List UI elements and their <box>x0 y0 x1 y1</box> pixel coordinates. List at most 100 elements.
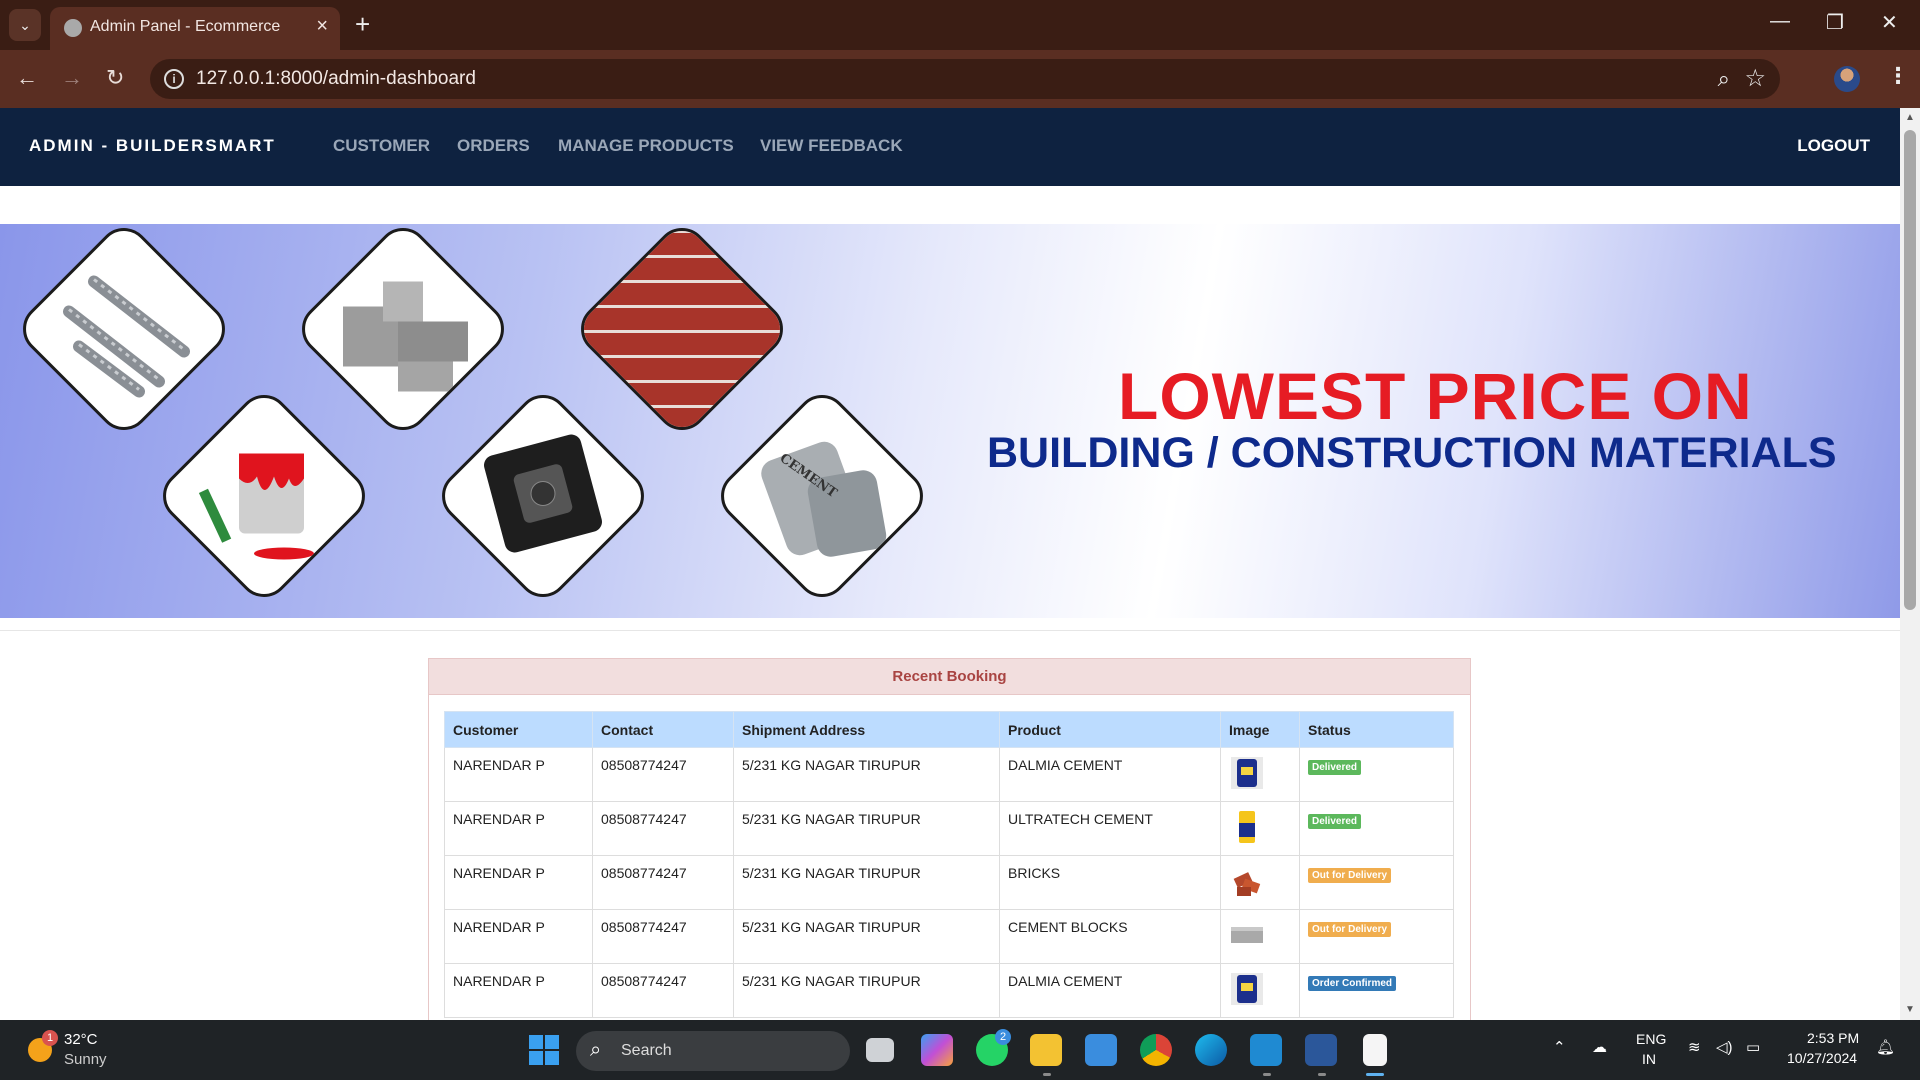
brick-wall-image <box>570 224 794 441</box>
document-active-indicator <box>1366 1073 1384 1076</box>
product-thumbnail <box>1229 811 1265 848</box>
nav-orders[interactable]: ORDERS <box>457 136 530 156</box>
task-view-icon[interactable] <box>866 1038 894 1062</box>
document-app-icon[interactable] <box>1363 1034 1387 1066</box>
col-customer: Customer <box>444 711 593 748</box>
show-hidden-icons-chevron[interactable]: ⌃ <box>1553 1038 1566 1056</box>
taskbar-search-box[interactable]: ⌕ Search <box>576 1031 850 1071</box>
product-thumbnail <box>1229 973 1265 1010</box>
volume-icon[interactable]: ◁) <box>1716 1038 1733 1056</box>
cell-contact: 08508774247 <box>592 909 734 964</box>
booking-table: Customer Contact Shipment Address Produc… <box>444 711 1454 1018</box>
steel-rods-image <box>49 252 199 407</box>
profile-avatar[interactable] <box>1834 66 1860 92</box>
battery-icon[interactable]: ▭ <box>1746 1038 1760 1056</box>
table-row: NARENDAR P 08508774247 5/231 KG NAGAR TIRU… <box>444 909 1454 964</box>
table-row: NARENDAR P 08508774247 5/231 KG NAGAR TIRU… <box>444 963 1454 1018</box>
weather-desc[interactable]: Sunny <box>64 1051 107 1068</box>
word-icon[interactable] <box>1305 1034 1337 1066</box>
col-shipment-address: Shipment Address <box>733 711 1000 748</box>
scroll-up-icon[interactable]: ▲ <box>1905 112 1915 123</box>
cell-contact: 08508774247 <box>592 963 734 1018</box>
chrome-icon[interactable] <box>1140 1034 1172 1066</box>
microsoft-store-icon[interactable] <box>1085 1034 1117 1066</box>
back-icon[interactable]: ← <box>16 65 38 91</box>
col-contact: Contact <box>592 711 734 748</box>
status-badge: Out for Delivery <box>1308 868 1392 883</box>
status-badge: Order Confirmed <box>1308 976 1397 991</box>
scroll-down-icon[interactable]: ▼ <box>1905 1004 1915 1015</box>
cell-image <box>1220 855 1300 910</box>
file-explorer-icon[interactable] <box>1030 1034 1062 1066</box>
whatsapp-badge: 2 <box>995 1029 1011 1045</box>
site-info-icon[interactable]: i <box>164 69 184 89</box>
brand-logo-text[interactable]: ADMIN - BUILDERSMART <box>29 136 276 156</box>
cement-bags-image: CEMENT <box>747 419 897 574</box>
reload-icon[interactable]: ↻ <box>106 65 124 91</box>
close-window-button[interactable]: ✕ <box>1881 10 1898 35</box>
clock-time[interactable]: 2:53 PM <box>1807 1030 1859 1046</box>
cell-product: BRICKS <box>999 855 1221 910</box>
cell-status: Out for Delivery <box>1299 909 1454 964</box>
wifi-icon[interactable]: ≋ <box>1688 1038 1701 1056</box>
search-label: Search <box>621 1042 672 1059</box>
notification-bell-icon[interactable]: 🔔︎ <box>1876 1038 1895 1056</box>
start-button[interactable] <box>529 1035 559 1065</box>
cell-customer: NARENDAR P <box>444 909 593 964</box>
banner-headline: LOWEST PRICE ON <box>1118 359 1753 433</box>
cell-address: 5/231 KG NAGAR TIRUPUR <box>733 801 1000 856</box>
electric-switch-image <box>468 419 618 574</box>
tab-search-button[interactable]: ⌄ <box>9 9 41 41</box>
nav-customer[interactable]: CUSTOMER <box>333 136 430 156</box>
clock-date[interactable]: 10/27/2024 <box>1787 1050 1857 1066</box>
address-bar[interactable]: i 127.0.0.1:8000/admin-dashboard ⌕ ☆ <box>150 59 1780 99</box>
forward-icon[interactable]: → <box>61 65 83 91</box>
status-badge: Delivered <box>1308 814 1362 829</box>
hero-banner: CEMENT LOWEST PRICE ON BUILDING / CONSTR… <box>0 224 1900 618</box>
cell-contact: 08508774247 <box>592 855 734 910</box>
tab-title: Admin Panel - Ecommerce <box>90 18 281 35</box>
scrollbar-thumb[interactable] <box>1904 130 1916 610</box>
brick-wall-tile <box>570 224 794 441</box>
close-tab-icon[interactable]: × <box>316 15 328 38</box>
col-image: Image <box>1220 711 1300 748</box>
weather-temp[interactable]: 32°C <box>64 1031 98 1048</box>
vscode-icon[interactable] <box>1250 1034 1282 1066</box>
product-thumbnail <box>1229 927 1265 956</box>
bookmark-star-icon[interactable]: ☆ <box>1744 64 1766 93</box>
page-viewport: ADMIN - BUILDERSMART CUSTOMER ORDERS MAN… <box>0 108 1900 1020</box>
edge-icon[interactable] <box>1195 1034 1227 1066</box>
restore-button[interactable]: ❐ <box>1826 10 1844 35</box>
cell-product: DALMIA CEMENT <box>999 963 1221 1018</box>
copilot-icon[interactable] <box>921 1034 953 1066</box>
table-header-row: Customer Contact Shipment Address Produc… <box>444 711 1454 748</box>
cell-contact: 08508774247 <box>592 747 734 802</box>
onedrive-icon[interactable]: ☁ <box>1592 1038 1607 1056</box>
nav-manage-products[interactable]: MANAGE PRODUCTS <box>558 136 734 156</box>
language-eng[interactable]: ENG <box>1636 1031 1666 1047</box>
logout-link[interactable]: LOGOUT <box>1797 136 1870 156</box>
nav-view-feedback[interactable]: VIEW FEEDBACK <box>760 136 903 156</box>
cell-contact: 08508774247 <box>592 801 734 856</box>
new-tab-button[interactable]: + <box>355 9 370 40</box>
minimize-button[interactable]: — <box>1770 10 1790 33</box>
paint-bucket-tile <box>152 384 376 608</box>
page-scrollbar[interactable]: ▲ ▼ <box>1900 108 1920 1020</box>
vscode-running-indicator <box>1263 1073 1271 1076</box>
cell-image <box>1220 747 1300 802</box>
url-text[interactable]: 127.0.0.1:8000/admin-dashboard <box>196 68 476 90</box>
concrete-blocks-image <box>328 252 478 407</box>
cell-address: 5/231 KG NAGAR TIRUPUR <box>733 747 1000 802</box>
browser-menu-icon[interactable]: ⋮ <box>1887 63 1909 89</box>
language-in[interactable]: IN <box>1642 1051 1656 1067</box>
cell-product: DALMIA CEMENT <box>999 747 1221 802</box>
product-thumbnail <box>1229 872 1265 902</box>
cell-product: CEMENT BLOCKS <box>999 909 1221 964</box>
word-running-indicator <box>1318 1073 1326 1076</box>
zoom-icon[interactable]: ⌕ <box>1718 66 1730 92</box>
cell-address: 5/231 KG NAGAR TIRUPUR <box>733 909 1000 964</box>
cell-address: 5/231 KG NAGAR TIRUPUR <box>733 963 1000 1018</box>
browser-tab[interactable]: Admin Panel - Ecommerce × <box>50 7 340 50</box>
col-product: Product <box>999 711 1221 748</box>
file-explorer-running-indicator <box>1043 1073 1051 1076</box>
